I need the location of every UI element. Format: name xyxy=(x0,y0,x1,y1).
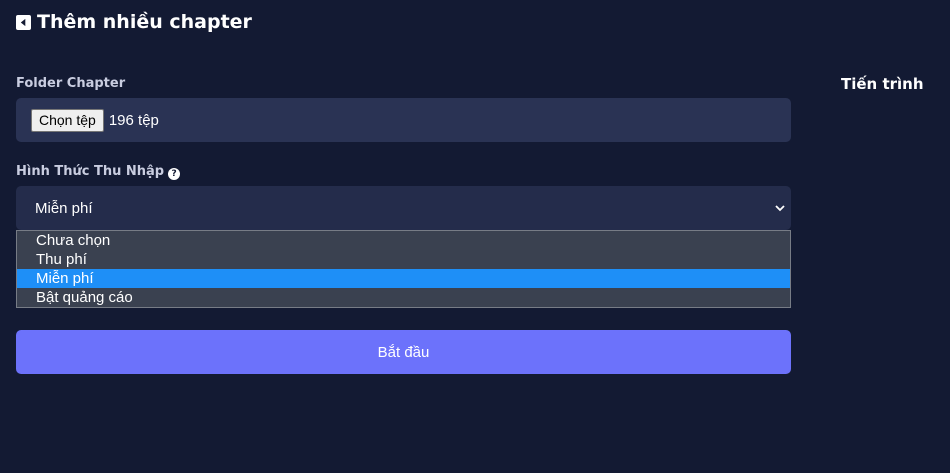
option-thu-phi[interactable]: Thu phí xyxy=(17,250,790,269)
income-type-label: Hình Thức Thu Nhập xyxy=(16,164,165,179)
page-header: Thêm nhiều chapter xyxy=(16,11,252,33)
income-type-dropdown: Chưa chọn Thu phí Miễn phí Bật quảng cáo xyxy=(16,230,791,308)
option-mien-phi[interactable]: Miễn phí xyxy=(17,269,790,288)
choose-file-button[interactable]: Chọn tệp xyxy=(31,108,104,132)
start-button[interactable]: Bắt đầu xyxy=(16,330,791,374)
file-input[interactable]: Chọn tệp 196 tệp xyxy=(16,98,791,142)
page-title: Thêm nhiều chapter xyxy=(37,11,252,33)
select-value: Miễn phí xyxy=(35,199,93,217)
income-type-select[interactable]: Miễn phí xyxy=(16,186,791,230)
file-count-text: 196 tệp xyxy=(108,111,159,129)
income-type-label-row: Hình Thức Thu Nhập? xyxy=(16,164,181,180)
question-circle-icon[interactable]: ? xyxy=(168,168,181,180)
back-icon[interactable] xyxy=(16,14,31,30)
option-chua-chon[interactable]: Chưa chọn xyxy=(17,231,790,250)
option-bat-quang-cao[interactable]: Bật quảng cáo xyxy=(17,288,790,307)
chevron-down-icon xyxy=(773,201,787,215)
progress-title: Tiến trình xyxy=(841,75,924,93)
folder-chapter-label: Folder Chapter xyxy=(16,76,126,91)
